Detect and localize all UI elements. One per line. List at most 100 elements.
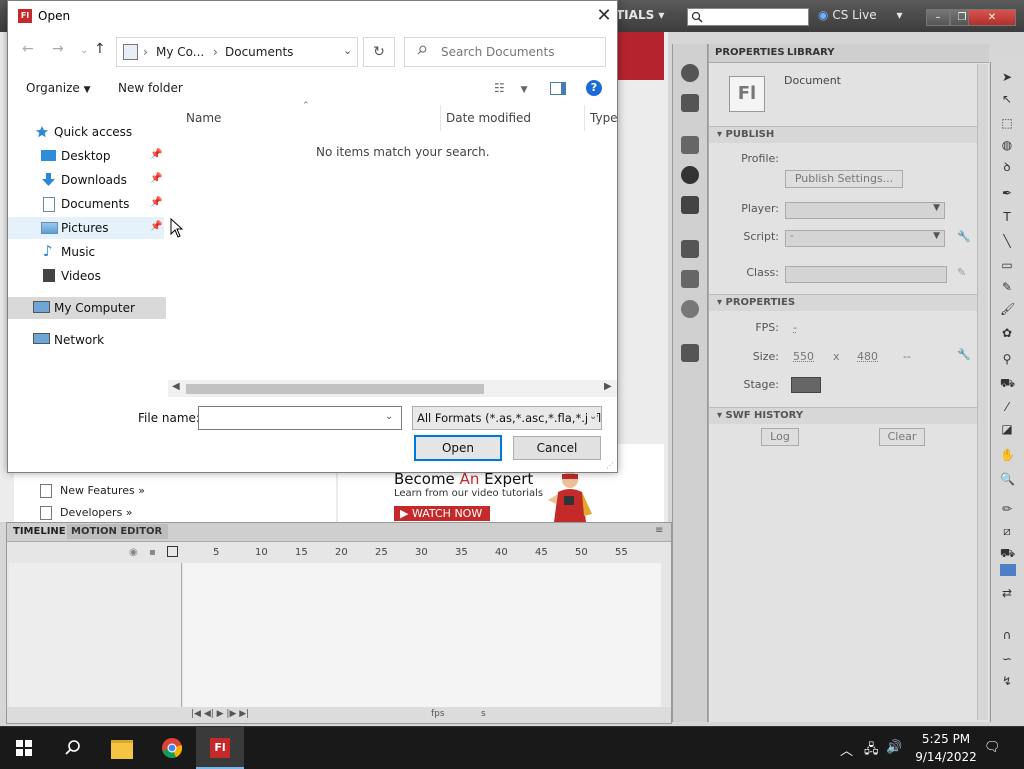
- cancel-button[interactable]: Cancel: [513, 436, 601, 460]
- column-header-name[interactable]: Name: [186, 111, 221, 125]
- nav-item-pictures[interactable]: Pictures 📌: [8, 217, 164, 239]
- horizontal-scrollbar[interactable]: ◀ ▶: [168, 380, 617, 397]
- transform-icon[interactable]: [681, 196, 699, 214]
- publish-settings-button[interactable]: Publish Settings...: [785, 170, 903, 188]
- scroll-right-icon[interactable]: ▶: [604, 381, 612, 392]
- column-divider[interactable]: [584, 105, 585, 131]
- frame-ruler[interactable]: 5 10 15 20 25 30 35 40 45 50 55: [183, 545, 663, 561]
- up-arrow-icon[interactable]: ↑: [94, 41, 106, 57]
- pin-icon[interactable]: 📌: [150, 197, 162, 208]
- help-icon[interactable]: ?: [586, 80, 602, 96]
- taskbar-chrome[interactable]: [148, 727, 196, 769]
- tab-properties[interactable]: PROPERTIES: [715, 47, 785, 58]
- actions-icon[interactable]: [681, 240, 699, 258]
- playback-controls-icon[interactable]: |◀ ◀| ▶ |▶ ▶|: [191, 709, 249, 719]
- swap-colors-icon[interactable]: ⇄: [1000, 586, 1014, 600]
- change-view-button[interactable]: ☷ ▼: [494, 81, 528, 95]
- nav-item-videos[interactable]: Videos: [8, 265, 164, 287]
- forward-arrow-icon[interactable]: →: [52, 41, 64, 57]
- 3d-rotation-tool-icon[interactable]: ◍: [1000, 138, 1014, 152]
- nav-item-documents[interactable]: Documents 📌: [8, 193, 164, 215]
- chevron-down-icon[interactable]: ⌄: [343, 44, 352, 57]
- preview-pane-icon[interactable]: [550, 82, 566, 95]
- layer-list[interactable]: [9, 563, 182, 709]
- paint-bucket-tool-icon[interactable]: ⛟: [1000, 376, 1014, 390]
- breadcrumb-documents[interactable]: Documents: [225, 45, 293, 59]
- bone-tool-icon[interactable]: ⚲: [1000, 352, 1014, 366]
- brush-tool-icon[interactable]: 🖌: [1000, 302, 1014, 316]
- stroke-color-icon[interactable]: ✏: [1000, 502, 1014, 516]
- zoom-tool-icon[interactable]: 🔍: [1000, 472, 1014, 486]
- taskbar-file-explorer[interactable]: [98, 727, 146, 769]
- cs-live-button[interactable]: ◉ CS Live ▾: [818, 8, 903, 22]
- back-arrow-icon[interactable]: ←: [22, 41, 34, 57]
- watch-now-button[interactable]: ▶ WATCH NOW: [394, 506, 490, 521]
- scrollbar-thumb[interactable]: [186, 384, 484, 394]
- lasso-tool-icon[interactable]: ꝺ: [1000, 160, 1014, 174]
- wrench-icon[interactable]: 🔧: [957, 230, 971, 243]
- notifications-icon[interactable]: 🗨: [984, 740, 1001, 755]
- eyedropper-tool-icon[interactable]: ⁄: [1000, 400, 1014, 414]
- new-features-link[interactable]: New Features »: [60, 484, 145, 497]
- breadcrumb-my-computer[interactable]: My Co...: [156, 45, 204, 59]
- chevron-down-icon[interactable]: ⌄: [385, 411, 393, 422]
- selection-tool-icon[interactable]: ➤: [1000, 70, 1014, 84]
- start-button[interactable]: [0, 727, 48, 769]
- app-close-button[interactable]: ✕: [968, 9, 1016, 26]
- text-tool-icon[interactable]: T: [1000, 210, 1014, 224]
- nav-item-desktop[interactable]: Desktop 📌: [8, 145, 164, 167]
- tab-motion-editor[interactable]: MOTION EDITOR: [67, 524, 168, 539]
- nav-item-downloads[interactable]: Downloads 📌: [8, 169, 164, 191]
- smooth-icon[interactable]: ∽: [1000, 652, 1014, 666]
- snap-magnet-icon[interactable]: ∩: [1000, 628, 1014, 642]
- app-minimize-button[interactable]: –: [926, 9, 950, 26]
- pencil-icon[interactable]: ✎: [957, 266, 966, 279]
- nav-item-music[interactable]: ♪ Music: [8, 241, 164, 263]
- address-bar[interactable]: › My Co... › Documents ⌄: [116, 37, 358, 67]
- clear-button[interactable]: Clear: [879, 428, 925, 446]
- stage-color-swatch[interactable]: [791, 377, 821, 393]
- eraser-tool-icon[interactable]: ◪: [1000, 422, 1014, 436]
- column-divider[interactable]: [440, 105, 441, 131]
- column-header-type[interactable]: Type: [590, 111, 618, 125]
- new-folder-button[interactable]: New folder: [118, 81, 183, 95]
- pen-tool-icon[interactable]: ✒: [1000, 186, 1014, 200]
- components-icon[interactable]: [681, 270, 699, 288]
- free-transform-tool-icon[interactable]: ⬚: [1000, 116, 1014, 130]
- properties-scrollbar[interactable]: [977, 64, 988, 720]
- frame-grid[interactable]: [183, 563, 661, 709]
- developers-link[interactable]: Developers »: [60, 506, 133, 519]
- eye-icon[interactable]: ◉: [129, 547, 138, 558]
- volume-icon[interactable]: 🔊: [886, 740, 902, 755]
- nav-item-quick-access[interactable]: Quick access: [8, 121, 164, 143]
- log-button[interactable]: Log: [761, 428, 799, 446]
- swatches-icon[interactable]: [681, 94, 699, 112]
- refresh-button[interactable]: ↻: [363, 37, 395, 67]
- column-header-date-modified[interactable]: Date modified: [446, 111, 531, 125]
- fill-bucket-icon[interactable]: ⛟: [1000, 546, 1014, 560]
- organize-button[interactable]: Organize ▼: [26, 81, 91, 95]
- subselection-tool-icon[interactable]: ↖: [1000, 92, 1014, 106]
- rectangle-tool-icon[interactable]: ▭: [1000, 258, 1014, 272]
- dialog-close-button[interactable]: ✕: [594, 5, 614, 27]
- deco-tool-icon[interactable]: ✿: [1000, 326, 1014, 340]
- class-input[interactable]: [785, 266, 947, 283]
- outline-icon[interactable]: [167, 546, 178, 557]
- scroll-left-icon[interactable]: ◀: [172, 381, 180, 392]
- stage-height-value[interactable]: 480: [857, 350, 878, 363]
- motion-presets-icon[interactable]: [681, 300, 699, 318]
- resize-grip-icon[interactable]: ⋰: [606, 461, 614, 470]
- network-icon[interactable]: 🖧: [864, 740, 879, 762]
- fill-color-swatch[interactable]: [1000, 564, 1016, 576]
- taskbar-flash[interactable]: Fl: [196, 727, 244, 769]
- workspace-switcher[interactable]: TIALS ▾: [616, 8, 664, 22]
- panel-menu-icon[interactable]: ≡: [655, 525, 663, 536]
- clock-date[interactable]: 9/14/2022: [910, 750, 982, 764]
- open-button[interactable]: Open: [414, 435, 502, 461]
- cs-help-search-input[interactable]: [687, 8, 809, 26]
- tab-library[interactable]: LIBRARY: [787, 47, 835, 58]
- properties-section-header[interactable]: ▾ PROPERTIES: [709, 294, 983, 311]
- color-icon[interactable]: [681, 64, 699, 82]
- pencil-tool-icon[interactable]: ✎: [1000, 280, 1014, 294]
- pin-icon[interactable]: 📌: [150, 221, 162, 232]
